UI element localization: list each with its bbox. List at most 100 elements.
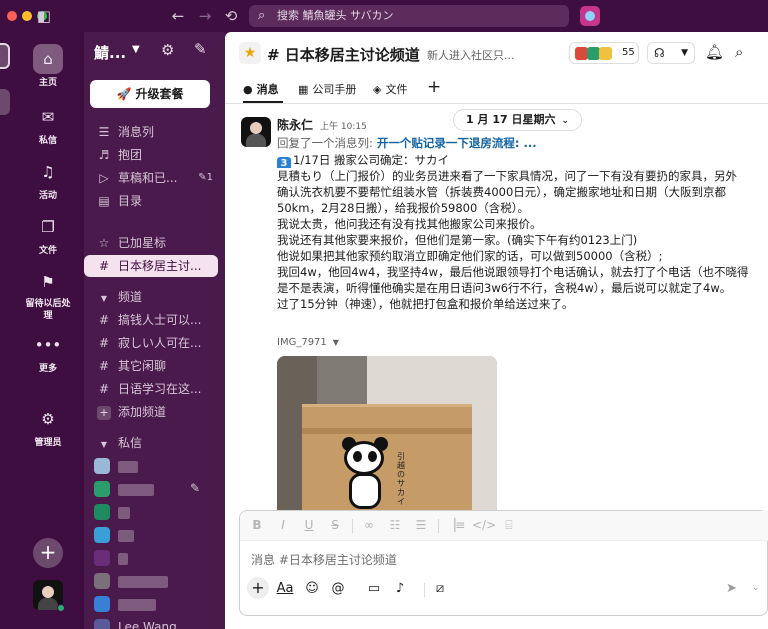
- rail-item-home[interactable]: ⌂ 主页: [12, 44, 84, 89]
- canvas-icon: ▦: [298, 83, 309, 96]
- compose-icon[interactable]: ✎: [194, 40, 207, 58]
- sidebar-item-drafts[interactable]: ▷ 草稿和已... ✎1: [84, 167, 225, 189]
- settings-gear-icon[interactable]: ⚙: [161, 41, 174, 59]
- search-input[interactable]: ⌕ 搜索 鯖魚罐头 サバカン: [249, 5, 569, 27]
- date-divider[interactable]: 1 月 17 日星期六 ⌄: [453, 109, 582, 131]
- chevron-down-icon[interactable]: ▼: [132, 44, 140, 55]
- rail-item-files[interactable]: ❐ 文件: [12, 212, 84, 257]
- dm-item[interactable]: [84, 455, 225, 477]
- video-icon[interactable]: ▭: [364, 581, 384, 596]
- dm-section-header[interactable]: ▼ 私信: [84, 432, 225, 454]
- sidebar-item-starred[interactable]: ☆ 已加星标: [84, 232, 225, 254]
- bold-icon[interactable]: B: [248, 518, 266, 532]
- italic-icon[interactable]: I: [274, 518, 292, 532]
- underline-icon[interactable]: U: [300, 518, 318, 532]
- box-tape: [302, 428, 472, 434]
- rail-item-admin[interactable]: ⚙ 管理员: [12, 404, 84, 449]
- toolbar-divider: [352, 519, 353, 533]
- sidebar-channel[interactable]: # 寂しい人可在...: [84, 332, 225, 354]
- history-icon[interactable]: ⟲: [221, 6, 241, 26]
- files-icon: ❐: [41, 218, 55, 236]
- channel-title[interactable]: # 日本移居主讨论频道: [267, 44, 420, 65]
- strikethrough-icon[interactable]: S: [326, 518, 344, 532]
- code-block-icon[interactable]: ⌸: [500, 518, 518, 533]
- text-format-icon[interactable]: Aa: [275, 581, 295, 596]
- message-timestamp[interactable]: 上午 10:15: [320, 119, 367, 132]
- search-icon[interactable]: ⌕: [735, 43, 743, 61]
- message-composer[interactable]: B I U S ∞ ☷ ☰ ▕≡ </> ⌸ 消息 #日本移居主讨论频道 + A…: [239, 510, 768, 616]
- caret-down-icon: ▼: [100, 440, 108, 449]
- sidebar-item-huddles[interactable]: ♬ 抱团: [84, 144, 225, 166]
- attach-plus-button[interactable]: +: [247, 577, 269, 599]
- avatar: [94, 504, 110, 520]
- attachment-name[interactable]: IMG_7971 ▼: [277, 337, 339, 348]
- microphone-icon[interactable]: ♪: [390, 581, 410, 596]
- message-author-avatar[interactable]: [241, 117, 271, 147]
- tab-handbook[interactable]: ▦ 公司手册: [298, 81, 356, 97]
- member-list-button[interactable]: 55: [569, 42, 639, 64]
- dm-item[interactable]: Lee Wang: [84, 616, 225, 629]
- plus-icon: +: [97, 406, 111, 420]
- channels-section-header[interactable]: ▼ 频道: [84, 286, 225, 308]
- emoji-icon[interactable]: ☺: [302, 581, 322, 596]
- sidebar-item-threads[interactable]: ☰ 消息列: [84, 121, 225, 143]
- back-arrow-icon[interactable]: ←: [168, 6, 188, 26]
- mention-icon[interactable]: @: [328, 581, 348, 596]
- dm-item[interactable]: ✎: [84, 478, 225, 500]
- directory-icon: ▤: [98, 194, 110, 208]
- rail-item-dms[interactable]: ✉ 私信: [12, 102, 84, 147]
- send-icon[interactable]: ➤: [726, 581, 737, 596]
- tab-files[interactable]: ◈ 文件: [373, 81, 407, 97]
- add-tab-button[interactable]: +: [427, 77, 441, 97]
- sidebar-channel[interactable]: # 其它闲聊: [84, 355, 225, 377]
- forward-arrow-icon[interactable]: →: [195, 6, 215, 26]
- sidebar-channel[interactable]: # 日语学习在这...: [84, 378, 225, 400]
- minimize-window-button[interactable]: [22, 11, 32, 21]
- dm-item[interactable]: [84, 593, 225, 615]
- app-icon[interactable]: [580, 6, 600, 26]
- dm-item[interactable]: [84, 570, 225, 592]
- channel-description[interactable]: 新人进入社区只...: [427, 47, 515, 63]
- workspace-name[interactable]: 鯖...: [94, 42, 126, 63]
- code-icon[interactable]: </>: [472, 518, 496, 532]
- dm-item[interactable]: [84, 501, 225, 523]
- sidebar-channel[interactable]: # 搞钱人士可以...: [84, 309, 225, 331]
- message-author[interactable]: 陈永仁: [277, 116, 313, 133]
- add-workspace-button[interactable]: +: [33, 538, 63, 568]
- dm-item[interactable]: [84, 524, 225, 546]
- thread-link[interactable]: 开一个贴记录一下退房流程: ...: [377, 136, 537, 150]
- sidebar-item-label: 草稿和已...: [118, 171, 178, 185]
- composer-input[interactable]: 消息 #日本移居主讨论频道: [251, 551, 397, 568]
- channel-view: ★ # 日本移居主讨论频道 新人进入社区只... 55 ☊ ▼ 🔔︎ ⌕ ● 消息 …: [225, 32, 768, 629]
- link-icon[interactable]: ∞: [360, 518, 378, 532]
- blockquote-icon[interactable]: ▕≡: [446, 518, 465, 532]
- sidebar-item-active-channel[interactable]: # 日本移居主讨...: [84, 255, 218, 277]
- message-line: 我说太贵，他问我还有没有找其他搬家公司来报价。: [277, 217, 542, 231]
- workspace-switcher-1[interactable]: [0, 43, 10, 69]
- sidebar-toggle-icon[interactable]: ◧: [34, 6, 54, 26]
- rail-label: 文件: [38, 246, 57, 256]
- add-channel-button[interactable]: + 添加频道: [84, 401, 225, 423]
- slash-command-icon[interactable]: ⧄: [430, 581, 450, 596]
- tab-messages[interactable]: ● 消息: [243, 81, 279, 97]
- star-icon[interactable]: ★: [239, 42, 261, 64]
- workspace-switcher-2[interactable]: [0, 89, 10, 115]
- message-line: 50km，2月28日搬），给我报价59800（含税）。: [277, 201, 530, 215]
- ordered-list-icon[interactable]: ☷: [386, 518, 404, 532]
- attachment-image[interactable]: 引越のサカイ: [277, 356, 497, 516]
- dm-item[interactable]: [84, 547, 225, 569]
- redacted-name: [118, 484, 154, 496]
- bulleted-list-icon[interactable]: ☰: [412, 518, 430, 532]
- rail-item-more[interactable]: ••• 更多: [12, 330, 84, 375]
- rail-item-later[interactable]: ⚑ 留待以后处理: [12, 267, 84, 322]
- notification-bell-icon[interactable]: 🔔︎: [705, 43, 724, 61]
- close-window-button[interactable]: [7, 11, 17, 21]
- sidebar-item-directory[interactable]: ▤ 目录: [84, 190, 225, 212]
- message-line: 我回4w，他回4w4，我坚持4w，最后他说跟领导打个电话确认，就去打了个电话（也…: [277, 265, 749, 279]
- rail-item-activity[interactable]: ♫ 活动: [12, 157, 84, 202]
- upgrade-plan-button[interactable]: 🚀 升级套餐: [90, 80, 210, 108]
- chevron-down-icon[interactable]: ⌄: [752, 583, 760, 593]
- avatar: [94, 596, 110, 612]
- huddle-button[interactable]: ☊ ▼: [647, 42, 695, 64]
- toolbar-divider: [438, 519, 439, 533]
